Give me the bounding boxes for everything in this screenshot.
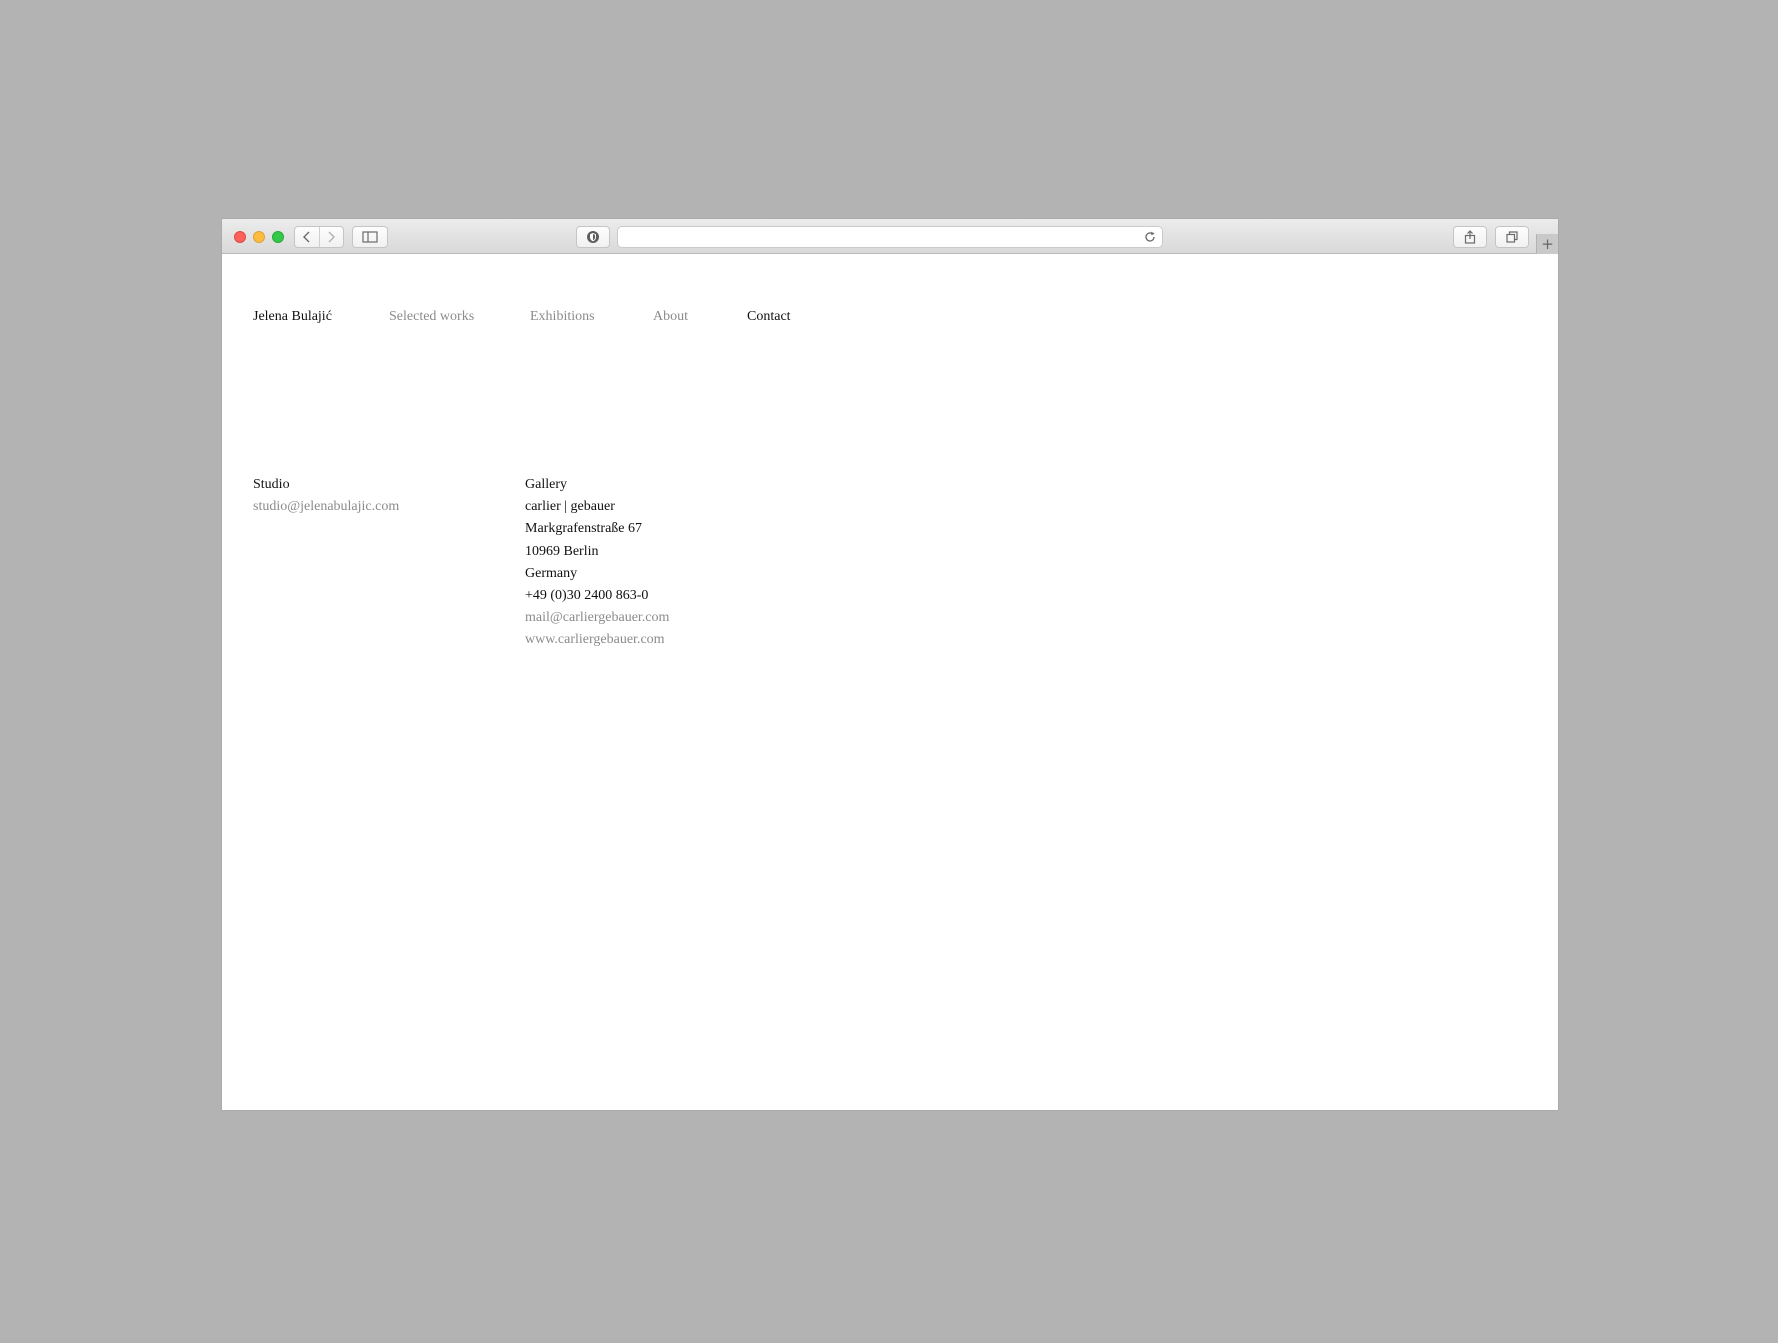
gallery-website-link[interactable]: www.carliergebauer.com	[525, 629, 669, 651]
nav-exhibitions[interactable]: Exhibitions	[530, 309, 595, 325]
close-window-button[interactable]	[234, 231, 246, 243]
tabs-overview-icon	[1506, 231, 1518, 243]
gallery-name: carlier | gebauer	[525, 499, 615, 515]
browser-window: + Jelena Bulajić Selected works Exhibiti…	[222, 219, 1558, 1110]
chevron-right-icon	[328, 231, 336, 243]
sidebar-icon	[362, 231, 378, 243]
new-tab-button[interactable]: +	[1536, 234, 1558, 254]
nav-about[interactable]: About	[653, 309, 688, 325]
maximize-window-button[interactable]	[272, 231, 284, 243]
plus-icon: +	[1541, 234, 1554, 253]
chevron-left-icon	[302, 231, 310, 243]
studio-email-link[interactable]: studio@jelenabulajic.com	[253, 496, 399, 518]
studio-contact-block: Studio studio@jelenabulajic.com	[253, 474, 399, 518]
share-icon	[1464, 230, 1476, 244]
reload-button[interactable]	[1141, 228, 1159, 246]
forward-button[interactable]	[318, 227, 344, 247]
studio-heading: Studio	[253, 477, 290, 492]
nav-contact[interactable]: Contact	[747, 309, 791, 325]
gallery-contact-block: Gallery carlier | gebauer Markgrafenstra…	[525, 474, 669, 652]
gallery-phone: +49 (0)30 2400 863-0	[525, 588, 649, 604]
gallery-heading: Gallery	[525, 477, 567, 492]
site-name-link[interactable]: Jelena Bulajić	[253, 309, 332, 325]
privacy-report-button[interactable]	[576, 226, 610, 248]
web-page: Jelena Bulajić Selected works Exhibition…	[222, 254, 1558, 1110]
address-bar[interactable]	[617, 226, 1163, 248]
minimize-window-button[interactable]	[253, 231, 265, 243]
gallery-street: Markgrafenstraße 67	[525, 521, 643, 537]
share-button[interactable]	[1453, 226, 1487, 248]
gallery-country: Germany	[525, 565, 578, 581]
browser-toolbar: +	[222, 219, 1558, 254]
sidebar-toggle-button[interactable]	[352, 226, 388, 248]
reload-icon	[1145, 231, 1155, 242]
gallery-city: 10969 Berlin	[525, 543, 599, 559]
back-button[interactable]	[295, 227, 319, 247]
nav-selected-works[interactable]: Selected works	[389, 309, 474, 325]
tab-overview-button[interactable]	[1495, 226, 1529, 248]
history-navigation	[294, 226, 344, 248]
gallery-email-link[interactable]: mail@carliergebauer.com	[525, 607, 669, 629]
shield-icon	[587, 231, 599, 243]
